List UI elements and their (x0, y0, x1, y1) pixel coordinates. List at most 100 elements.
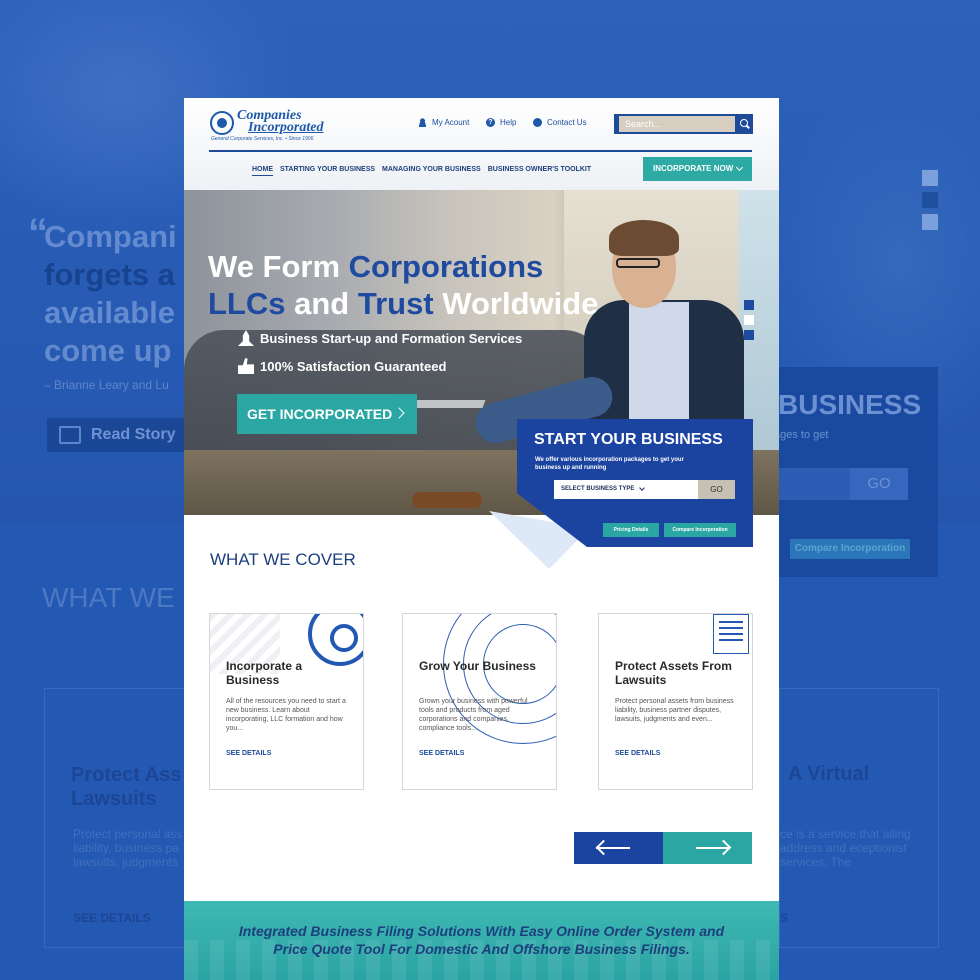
nav-business-owners-toolkit[interactable]: BUSINESS OWNER'S TOOLKIT (488, 166, 591, 176)
main-nav: HOME STARTING YOUR BUSINESS MANAGING YOU… (252, 166, 591, 176)
website-page: Companies Incorporated General Corporate… (184, 98, 779, 980)
backdrop-biz-input (774, 468, 850, 500)
site-header: Companies Incorporated General Corporate… (184, 98, 779, 190)
backdrop-read-story: Read Story (47, 418, 187, 452)
backdrop-biz-compare: Compare Incorporation (790, 539, 910, 559)
backdrop-attribution: – Brianne Leary and Lu (44, 378, 169, 392)
business-type-select-value: SELECT BUSINESS TYPE (561, 486, 635, 492)
backdrop-card-desc: ce is a service that ailing address and … (780, 827, 911, 869)
start-business-title: START YOUR BUSINESS (534, 431, 723, 448)
logo-tagline: General Corporate Services, Inc. • Since… (211, 136, 314, 142)
contact-us-link[interactable]: Contact Us (533, 118, 587, 127)
user-icon (418, 118, 427, 127)
slider-dot[interactable] (744, 315, 754, 325)
backdrop-card-link: SEE DETAILS (73, 911, 151, 925)
hero-photo-shirt (629, 302, 689, 422)
contact-us-label: Contact Us (547, 118, 587, 127)
backdrop-biz-sub: ages to get (774, 429, 829, 441)
start-business-subtitle: We offer various incorporation packages … (535, 457, 684, 471)
card-protect-assets[interactable]: Protect Assets From Lawsuits Protect per… (598, 613, 753, 790)
hero-bullet-satisfaction: 100% Satisfaction Guaranteed (238, 358, 446, 374)
backdrop-quote-line: forgets a (44, 257, 175, 292)
search-icon[interactable] (735, 114, 753, 134)
document-search-icon (713, 614, 749, 654)
hero-photo-hair (609, 220, 679, 256)
arrow-right-head (715, 839, 732, 856)
see-details-link[interactable]: SEE DETAILS (226, 750, 271, 757)
nav-managing-your-business[interactable]: MANAGING YOUR BUSINESS (382, 166, 481, 176)
hero-title: We Form Corporations LLCs and Trust Worl… (208, 248, 598, 322)
my-account-link[interactable]: My Acount (418, 118, 469, 127)
card-title: Incorporate a Business (226, 659, 303, 687)
compare-incorporation-button[interactable]: Compare Incorporation (664, 523, 736, 537)
backdrop-biz-title: BUSINESS (778, 389, 922, 420)
hero-bullet-startup: Business Start-up and Formation Services (238, 330, 522, 346)
backdrop-card-link: S (780, 911, 789, 925)
hero-title-part: Trust (357, 286, 434, 321)
pricing-details-button[interactable]: Pricing Details (603, 523, 659, 537)
hero-title-part: LLCs (208, 286, 286, 321)
help-icon: ? (486, 118, 495, 127)
backdrop-card-right: A Virtual ce is a service that ailing ad… (779, 688, 939, 948)
phone-icon (533, 118, 542, 127)
hero-title-part: Worldwide (433, 286, 599, 321)
lion-logo-icon (210, 111, 234, 135)
hero-bullet-text: 100% Satisfaction Guaranteed (260, 358, 447, 374)
card-grow-business[interactable]: Grow Your Business Grown your business w… (402, 613, 557, 790)
header-divider (209, 150, 752, 152)
get-incorporated-label: GET INCORPORATED (247, 406, 393, 422)
search-box (614, 114, 753, 134)
backdrop-quote: “ Compani forgets a available come up (28, 213, 177, 370)
get-incorporated-button[interactable]: GET INCORPORATED (237, 394, 417, 434)
thumbs-up-icon (238, 358, 254, 374)
card-incorporate-business[interactable]: Incorporate a Business All of the resour… (209, 613, 364, 790)
chevron-down-icon (639, 485, 645, 491)
carousel-prev-button[interactable] (574, 832, 663, 864)
go-button[interactable]: GO (698, 480, 735, 499)
card-title: Protect Assets From Lawsuits (615, 659, 732, 687)
my-account-label: My Acount (432, 118, 470, 127)
logo-line2: Incorporated (248, 120, 324, 135)
incorporate-now-label: INCORPORATE NOW (653, 164, 734, 173)
what-we-cover-heading: WHAT WE COVER (210, 550, 356, 569)
card-description: Protect personal assets from business li… (615, 698, 734, 723)
business-type-select[interactable]: SELECT BUSINESS TYPE (554, 480, 698, 499)
footer-banner: Integrated Business Filing Solutions Wit… (184, 901, 779, 980)
see-details-link[interactable]: SEE DETAILS (615, 750, 660, 757)
backdrop-biz-go: GO (850, 468, 908, 500)
rocket-icon (238, 330, 254, 346)
footer-line: Integrated Business Filing Solutions Wit… (238, 923, 725, 939)
hero-photo-shoe (412, 492, 482, 508)
footer-line: Price Quote Tool For Domestic And Offsho… (273, 941, 690, 957)
incorporate-now-button[interactable]: INCORPORATE NOW (643, 157, 752, 181)
quote-mark: “ (28, 211, 48, 255)
chevron-right-icon (393, 407, 405, 419)
read-story-label: Read Story (91, 426, 176, 443)
help-label: Help (500, 118, 517, 127)
hero-slider-dots (744, 300, 754, 345)
carousel-next-button[interactable] (663, 832, 752, 864)
nav-home[interactable]: HOME (252, 166, 273, 176)
companies-incorporated-logo[interactable]: Companies Incorporated General Corporate… (210, 109, 324, 143)
card-title: Grow Your Business (419, 659, 536, 673)
card-description: All of the resources you need to start a… (226, 698, 346, 732)
see-details-link[interactable]: SEE DETAILS (419, 750, 464, 757)
backdrop-quote-line: Compani (44, 219, 177, 254)
hero-bullet-text: Business Start-up and Formation Services (260, 330, 523, 346)
hero-title-part: and (285, 286, 358, 321)
slider-dot[interactable] (744, 330, 754, 340)
backdrop-business-card: BUSINESS ages to get GO Compare Incorpor… (752, 367, 938, 577)
backdrop-slider-dots (922, 170, 938, 236)
backdrop-quote-line: come up (44, 333, 172, 368)
hero-title-part: Corporations (348, 249, 544, 284)
arrow-left-head (595, 839, 612, 856)
carousel-controls (574, 832, 752, 864)
slider-dot[interactable] (744, 300, 754, 310)
backdrop-card-title: Protect Ass Lawsuits (71, 764, 182, 810)
backdrop-quote-line: available (44, 295, 175, 330)
help-link[interactable]: ? Help (486, 118, 516, 127)
card-description: Grown your business with powerful tools … (419, 698, 528, 732)
nav-starting-your-business[interactable]: STARTING YOUR BUSINESS (280, 166, 375, 176)
search-input[interactable] (619, 116, 735, 132)
footer-tagline: Integrated Business Filing Solutions Wit… (184, 922, 779, 958)
